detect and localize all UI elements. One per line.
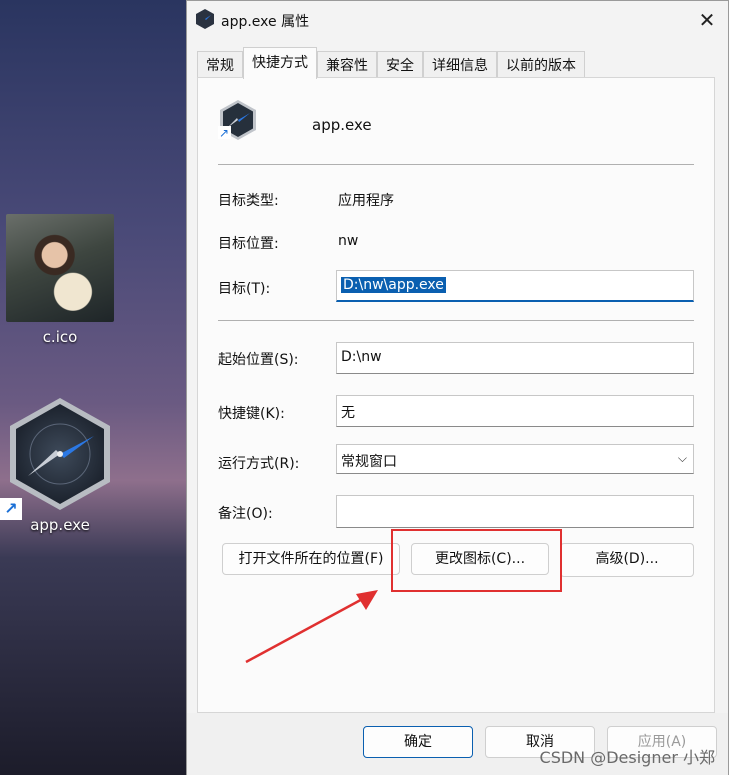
compass-app-icon [196,9,214,29]
chevron-down-icon: ⌵ [677,451,687,465]
tab-security[interactable]: 安全 [377,51,423,79]
comment-input[interactable] [336,495,694,528]
highlight-box [391,529,562,592]
target-location-value: nw [338,233,359,249]
window-title: app.exe 属性 [221,14,310,30]
tab-shortcut[interactable]: 快捷方式 [243,47,317,79]
open-file-location-button[interactable]: 打开文件所在的位置(F) [222,543,400,575]
tab-compatibility[interactable]: 兼容性 [317,51,377,79]
target-input-value: D:\nw\app.exe [341,277,446,293]
target-location-label: 目标位置: [218,236,279,252]
c-ico-thumbnail [6,214,114,322]
compass-app-icon [10,398,110,510]
tab-details[interactable]: 详细信息 [423,51,497,79]
run-mode-select[interactable]: 常规窗口 ⌵ [336,444,694,474]
run-mode-value: 常规窗口 [341,454,397,470]
target-label: 目标(T): [218,281,271,297]
watermark-text: CSDN @Designer 小郑 [539,748,715,767]
shortcut-arrow-icon: ↗ [0,498,22,520]
hotkey-label: 快捷键(K): [218,406,285,422]
desktop-icon-c-ico[interactable]: c.ico [0,214,120,346]
comment-label: 备注(O): [218,506,273,522]
close-icon[interactable]: ✕ [694,7,720,33]
divider [218,320,694,321]
desktop-icon-label: c.ico [42,328,78,346]
run-label: 运行方式(R): [218,456,300,472]
hotkey-input[interactable]: 无 [336,395,694,427]
compass-app-icon: ↗ [218,100,256,140]
annotation-arrow-icon [245,590,378,664]
title-bar[interactable]: app.exe 属性 ✕ [187,1,728,39]
start-in-label: 起始位置(S): [218,352,299,368]
advanced-button[interactable]: 高级(D)... [560,543,694,577]
shortcut-name: app.exe [312,116,372,134]
target-type-label: 目标类型: [218,193,279,209]
start-in-input[interactable]: D:\nw [336,342,694,374]
desktop-icon-app-exe[interactable]: ↗ app.exe [0,398,120,534]
svg-text:↗: ↗ [219,126,229,140]
ok-button[interactable]: 确定 [363,726,473,758]
target-type-value: 应用程序 [338,193,394,209]
tab-general[interactable]: 常规 [197,51,243,79]
divider [218,164,694,165]
target-input[interactable]: D:\nw\app.exe [336,270,694,302]
tab-previous-versions[interactable]: 以前的版本 [497,51,585,79]
tab-bar: 常规 快捷方式 兼容性 安全 详细信息 以前的版本 [197,47,585,79]
